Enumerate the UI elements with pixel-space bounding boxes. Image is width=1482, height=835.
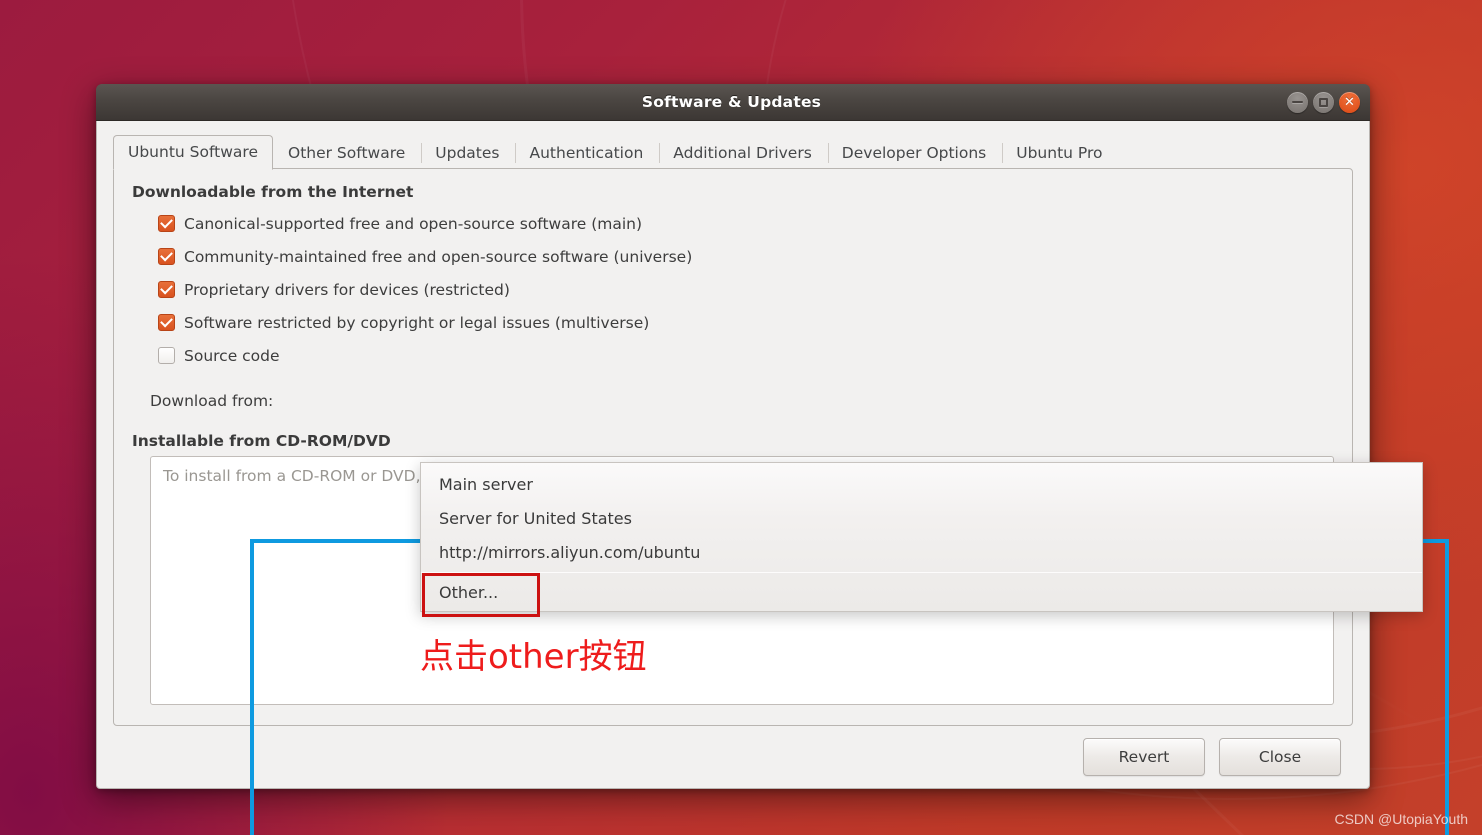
checkbox-row-multiverse[interactable]: Software restricted by copyright or lega… bbox=[158, 308, 1334, 337]
window-body: Ubuntu Software Other Software Updates A… bbox=[96, 121, 1370, 789]
checkbox-row-main[interactable]: Canonical-supported free and open-source… bbox=[158, 209, 1334, 238]
window-titlebar: Software & Updates ✕ bbox=[96, 84, 1370, 121]
dropdown-item-server-united-states[interactable]: Server for United States bbox=[421, 501, 1422, 535]
instruction-annotation: 点击other按钮 bbox=[420, 629, 647, 678]
checkbox-label-universe: Community-maintained free and open-sourc… bbox=[184, 248, 692, 266]
checkbox-main[interactable] bbox=[158, 215, 175, 232]
maximize-icon[interactable] bbox=[1313, 92, 1334, 113]
desktop-background: Software & Updates ✕ Ubuntu Software Oth… bbox=[0, 0, 1482, 835]
cdrom-section-title: Installable from CD-ROM/DVD bbox=[132, 432, 1334, 450]
tab-ubuntu-software[interactable]: Ubuntu Software bbox=[113, 135, 273, 170]
revert-button[interactable]: Revert bbox=[1083, 738, 1205, 776]
checkbox-universe[interactable] bbox=[158, 248, 175, 265]
close-icon[interactable]: ✕ bbox=[1339, 92, 1360, 113]
close-button[interactable]: Close bbox=[1219, 738, 1341, 776]
checkbox-label-multiverse: Software restricted by copyright or lega… bbox=[184, 314, 649, 332]
tab-bar: Ubuntu Software Other Software Updates A… bbox=[113, 133, 1353, 169]
minimize-icon[interactable] bbox=[1287, 92, 1308, 113]
checkbox-label-restricted: Proprietary drivers for devices (restric… bbox=[184, 281, 510, 299]
tab-authentication[interactable]: Authentication bbox=[514, 136, 658, 169]
download-from-dropdown-menu[interactable]: Main server Server for United States htt… bbox=[420, 462, 1423, 612]
tab-other-software[interactable]: Other Software bbox=[273, 136, 420, 169]
download-from-row: Download from: bbox=[150, 384, 1334, 418]
dialog-button-bar: Revert Close bbox=[113, 726, 1353, 788]
tab-ubuntu-pro[interactable]: Ubuntu Pro bbox=[1001, 136, 1117, 169]
window-controls: ✕ bbox=[1287, 92, 1370, 113]
checkbox-multiverse[interactable] bbox=[158, 314, 175, 331]
ubuntu-software-panel: Downloadable from the Internet Canonical… bbox=[113, 168, 1353, 726]
checkbox-restricted[interactable] bbox=[158, 281, 175, 298]
dropdown-item-main-server[interactable]: Main server bbox=[421, 467, 1422, 501]
tab-developer-options[interactable]: Developer Options bbox=[827, 136, 1001, 169]
checkbox-row-universe[interactable]: Community-maintained free and open-sourc… bbox=[158, 242, 1334, 271]
tab-additional-drivers[interactable]: Additional Drivers bbox=[658, 136, 827, 169]
tab-updates[interactable]: Updates bbox=[420, 136, 514, 169]
download-from-label: Download from: bbox=[150, 392, 273, 410]
window-title: Software & Updates bbox=[96, 93, 1287, 111]
watermark-text: CSDN @UtopiaYouth bbox=[1334, 811, 1468, 827]
checkbox-label-source-code: Source code bbox=[184, 347, 280, 365]
checkbox-source-code[interactable] bbox=[158, 347, 175, 364]
checkbox-row-source-code[interactable]: Source code bbox=[158, 341, 1334, 370]
dropdown-item-other[interactable]: Other... bbox=[421, 575, 1422, 609]
checkbox-row-restricted[interactable]: Proprietary drivers for devices (restric… bbox=[158, 275, 1334, 304]
dropdown-item-mirrors-aliyun[interactable]: http://mirrors.aliyun.com/ubuntu bbox=[421, 535, 1422, 569]
downloadable-section-title: Downloadable from the Internet bbox=[132, 183, 1334, 201]
checkbox-label-main: Canonical-supported free and open-source… bbox=[184, 215, 642, 233]
software-updates-window: Software & Updates ✕ Ubuntu Software Oth… bbox=[96, 84, 1370, 789]
dropdown-separator bbox=[421, 572, 1422, 573]
